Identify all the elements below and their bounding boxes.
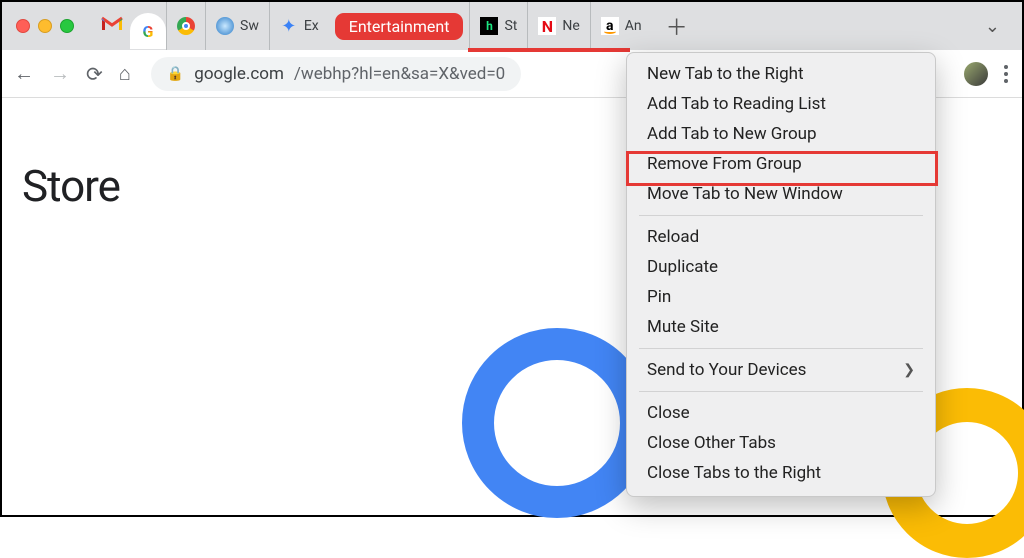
- ctx-move-to-new-window[interactable]: Move Tab to New Window: [627, 179, 935, 209]
- url-path: /webhp?hl=en&sa=X&ved=0: [294, 64, 505, 84]
- ctx-close-other-tabs[interactable]: Close Other Tabs: [627, 428, 935, 458]
- ctx-close-tabs-right[interactable]: Close Tabs to the Right: [627, 458, 935, 488]
- ctx-add-reading-list[interactable]: Add Tab to Reading List: [627, 89, 935, 119]
- reload-button[interactable]: ⟳: [86, 62, 103, 86]
- lock-icon: 🔒: [167, 66, 184, 82]
- amazon-icon: a: [601, 17, 619, 35]
- tab-group-entertainment[interactable]: Entertainment: [335, 13, 464, 40]
- tab-netflix[interactable]: N Ne: [527, 2, 589, 50]
- tab-safari[interactable]: Sw: [205, 2, 269, 50]
- profile-avatar[interactable]: [964, 62, 988, 86]
- minimize-window-button[interactable]: [38, 19, 52, 33]
- tab-group-indicator: [468, 48, 630, 52]
- tab-strip: G Sw ✦ Ex Entertainment h St N Ne a An ＋…: [2, 2, 1022, 50]
- ctx-reload[interactable]: Reload: [627, 222, 935, 252]
- ctx-add-to-new-group[interactable]: Add Tab to New Group: [627, 119, 935, 149]
- tab-overflow-button[interactable]: ⌄: [985, 16, 1000, 37]
- ctx-label: Send to Your Devices: [647, 360, 806, 380]
- zoom-window-button[interactable]: [60, 19, 74, 33]
- ctx-remove-from-group[interactable]: Remove From Group: [627, 149, 935, 179]
- back-button[interactable]: ←: [14, 61, 34, 86]
- netflix-icon: N: [538, 17, 556, 35]
- ctx-close[interactable]: Close: [627, 398, 935, 428]
- tab-extensions[interactable]: ✦ Ex: [269, 2, 329, 50]
- tab-hulu[interactable]: h St: [469, 2, 527, 50]
- forward-button[interactable]: →: [50, 61, 70, 86]
- ctx-separator: [639, 215, 923, 216]
- ctx-duplicate[interactable]: Duplicate: [627, 252, 935, 282]
- ctx-send-to-devices[interactable]: Send to Your Devices ❯: [627, 355, 935, 385]
- ctx-mute-site[interactable]: Mute Site: [627, 312, 935, 342]
- ctx-pin[interactable]: Pin: [627, 282, 935, 312]
- tab-chrome[interactable]: [166, 2, 205, 50]
- ctx-separator: [639, 348, 923, 349]
- google-g-icon: G: [143, 22, 154, 41]
- tab-label: St: [504, 18, 517, 34]
- tab-amazon[interactable]: a An: [590, 2, 652, 50]
- tab-context-menu: New Tab to the Right Add Tab to Reading …: [626, 52, 936, 497]
- tab-google-active[interactable]: G: [130, 13, 166, 49]
- close-window-button[interactable]: [16, 19, 30, 33]
- ctx-new-tab-right[interactable]: New Tab to the Right: [627, 59, 935, 89]
- hulu-icon: h: [480, 17, 498, 35]
- puzzle-icon: ✦: [280, 17, 298, 35]
- chevron-right-icon: ❯: [903, 362, 915, 378]
- google-logo-blue-ring: [462, 328, 652, 518]
- url-host: google.com: [194, 64, 284, 84]
- window-controls: [16, 19, 74, 33]
- address-bar[interactable]: 🔒 google.com/webhp?hl=en&sa=X&ved=0: [151, 57, 521, 91]
- home-button[interactable]: ⌂: [119, 61, 131, 86]
- chrome-menu-button[interactable]: [1004, 65, 1008, 83]
- chrome-icon: [177, 17, 195, 35]
- tab-label: Ex: [304, 18, 319, 34]
- new-tab-button[interactable]: ＋: [666, 10, 688, 42]
- safari-icon: [216, 17, 234, 35]
- tab-label: Ne: [562, 18, 579, 34]
- ctx-separator: [639, 391, 923, 392]
- gmail-icon: [101, 16, 123, 36]
- tabs-container: G Sw ✦ Ex Entertainment h St N Ne a An ＋: [94, 2, 688, 50]
- tab-label: Sw: [240, 18, 259, 34]
- tab-label: An: [625, 18, 642, 34]
- tab-gmail[interactable]: [94, 16, 130, 36]
- toolbar-right: [964, 62, 1008, 86]
